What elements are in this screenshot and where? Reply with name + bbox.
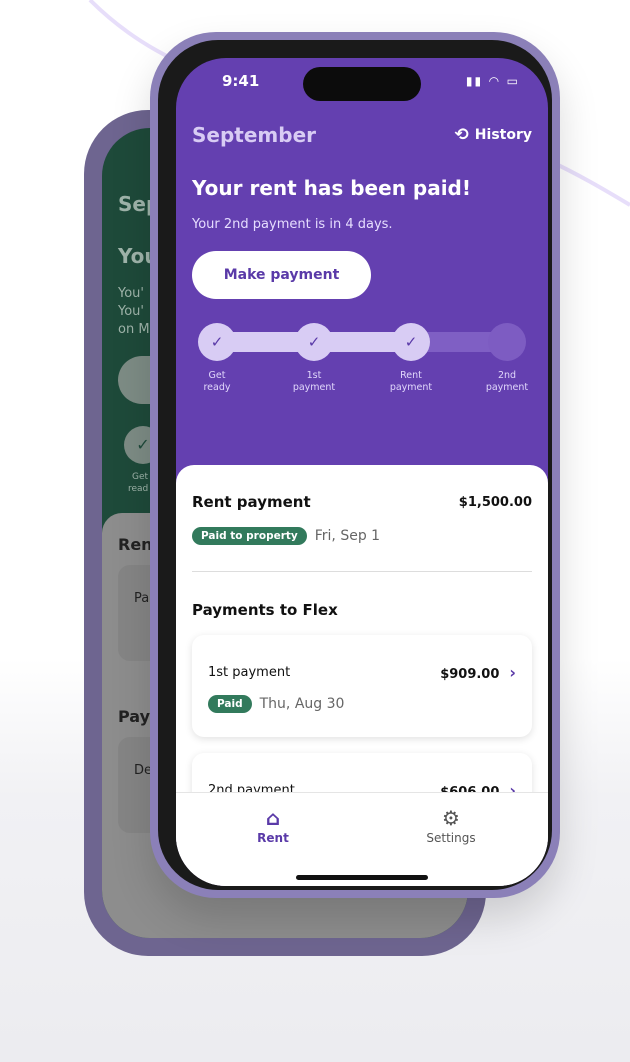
home-indicator xyxy=(296,875,428,880)
back-step-label: read xyxy=(128,484,149,494)
step-label: 2nd payment xyxy=(485,370,529,393)
status-badge: Paid xyxy=(208,695,252,713)
tab-label: Rent xyxy=(257,831,289,845)
rent-payment-title: Rent payment xyxy=(192,493,311,511)
back-text: You' xyxy=(118,304,144,319)
section-title: Payments to Flex xyxy=(192,601,338,619)
tab-bar: ⌂ Rent ⚙ Settings xyxy=(176,792,548,886)
check-icon: ✓ xyxy=(307,333,321,351)
dynamic-island xyxy=(303,67,421,101)
check-icon: ✓ xyxy=(404,333,418,351)
signal-wifi-battery-icon: ▮▮ ◠ ▭ xyxy=(465,74,520,88)
content-sheet: Rent payment $1,500.00 Paid to property … xyxy=(176,465,548,886)
subtitle: Your 2nd payment is in 4 days. xyxy=(192,217,393,232)
back-step-label: Get xyxy=(132,472,149,482)
status-badge: Paid to property xyxy=(192,527,307,545)
history-button[interactable]: ⟲ History xyxy=(455,125,532,145)
make-payment-button[interactable]: Make payment xyxy=(192,251,371,299)
tab-settings[interactable]: ⚙ Settings xyxy=(391,805,511,845)
gear-icon: ⚙ xyxy=(442,806,460,830)
step-label: Rent payment xyxy=(389,370,433,393)
back-text: You' xyxy=(118,286,144,301)
rent-payment-amount: $1,500.00 xyxy=(458,494,532,510)
page-title: Your rent has been paid! xyxy=(192,176,471,200)
home-icon: ⌂ xyxy=(265,806,281,830)
status-time: 9:41 xyxy=(222,72,260,90)
chevron-right-icon: › xyxy=(509,663,516,682)
tab-rent[interactable]: ⌂ Rent xyxy=(213,805,333,845)
payment-card[interactable]: 1st payment $909.00 › Paid Thu, Aug 30 xyxy=(192,635,532,737)
payment-date: Thu, Aug 30 xyxy=(259,696,345,712)
payment-name: 1st payment xyxy=(208,665,291,680)
step-dot: ✓ xyxy=(392,323,430,361)
tab-label: Settings xyxy=(426,831,476,845)
back-text: on M xyxy=(118,322,150,337)
front-phone: 9:41 ▮▮ ◠ ▭ September ⟲ History Your ren… xyxy=(150,32,560,898)
rent-payment-row: Rent payment $1,500.00 xyxy=(192,493,532,511)
app-screen: 9:41 ▮▮ ◠ ▭ September ⟲ History Your ren… xyxy=(176,58,548,886)
clock-history-icon: ⟲ xyxy=(454,125,469,145)
month-title: September xyxy=(192,123,316,147)
step-dot: ✓ xyxy=(198,323,236,361)
progress-tracker: ✓ ✓ ✓ xyxy=(198,323,526,361)
step-dot xyxy=(488,323,526,361)
divider xyxy=(192,571,532,572)
back-section: Pay xyxy=(118,707,151,726)
history-label: History xyxy=(474,127,532,143)
back-item: Pa xyxy=(134,591,150,606)
back-section: Ren xyxy=(118,535,153,554)
step-dot: ✓ xyxy=(295,323,333,361)
check-icon: ✓ xyxy=(210,333,224,351)
payment-amount: $909.00 xyxy=(440,667,500,682)
rent-payment-date: Fri, Sep 1 xyxy=(314,528,381,544)
step-label: 1st payment xyxy=(292,370,336,393)
step-label: Get ready xyxy=(203,370,231,393)
